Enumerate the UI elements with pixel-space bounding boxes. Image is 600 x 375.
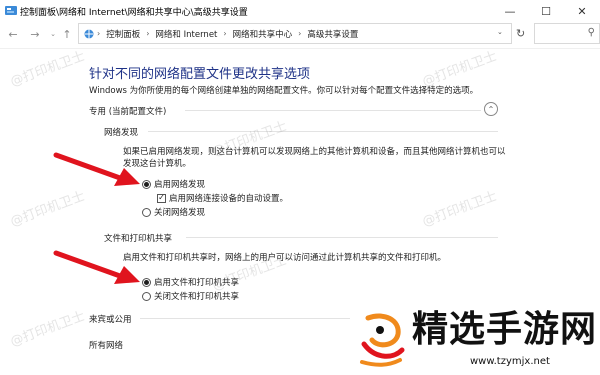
up-arrow-icon[interactable]: ↑: [60, 27, 74, 41]
radio-button[interactable]: [142, 207, 151, 217]
section-divider: [186, 237, 498, 238]
breadcrumb-advanced-sharing[interactable]: 高级共享设置: [303, 28, 362, 40]
checkbox-label: 启用网络连接设备的自动设置。: [169, 194, 289, 204]
breadcrumb-separator: ›: [298, 29, 302, 38]
section-divider: [185, 110, 481, 111]
site-logo-text: 精选手游网: [412, 309, 598, 350]
file-printer-sharing-description: 启用文件和打印机共享时，网络上的用户可以访问通过此计算机共享的文件和打印机。: [123, 253, 447, 263]
profile-guest-title[interactable]: 来宾或公用: [89, 313, 132, 325]
content-divider: [0, 48, 600, 49]
site-logo-url: www.tzymjx.net: [470, 356, 550, 367]
checkbox-checked[interactable]: ✓: [157, 193, 166, 203]
page-description: Windows 为你所使用的每个网络创建单独的网络配置文件。你可以针对每个配置文…: [89, 86, 479, 96]
section-divider: [140, 318, 350, 319]
breadcrumb-control-panel[interactable]: 控制面板: [102, 28, 144, 40]
search-input[interactable]: ⚲: [534, 23, 600, 44]
search-icon: ⚲: [587, 27, 595, 38]
network-discovery-title: 网络发现: [104, 128, 139, 138]
window-title: 控制面板\网络和 Internet\网络和共享中心\高级共享设置: [20, 8, 248, 18]
radio-discovery-on[interactable]: 启用网络发现: [142, 178, 205, 190]
radio-selected-dot: [144, 181, 149, 187]
watermark: @打印机卫士: [8, 188, 87, 230]
radio-label: 关闭文件和打印机共享: [154, 292, 240, 302]
watermark: @打印机卫士: [8, 48, 87, 90]
breadcrumb-network-sharing-center[interactable]: 网络和共享中心: [229, 28, 297, 40]
radio-button[interactable]: [142, 291, 151, 301]
breadcrumb-separator: ›: [223, 29, 227, 38]
profile-all-title[interactable]: 所有网络: [89, 339, 123, 351]
radio-discovery-off[interactable]: 关闭网络发现: [142, 206, 205, 218]
forward-arrow-icon[interactable]: →: [28, 27, 42, 41]
red-arrow-discovery: [53, 152, 140, 186]
breadcrumb-separator: ›: [146, 29, 150, 38]
breadcrumb-network-internet[interactable]: 网络和 Internet: [151, 28, 221, 40]
refresh-icon[interactable]: ↻: [516, 27, 525, 40]
watermark: @打印机卫士: [420, 188, 499, 230]
network-discovery-description: 如果已启用网络发现，则这台计算机可以发现网络上的其他计算机和设备，而且其他网络计…: [123, 147, 506, 169]
maximize-icon[interactable]: ☐: [528, 0, 564, 22]
back-arrow-icon[interactable]: ←: [6, 27, 20, 41]
collapse-chevron-icon[interactable]: ⌃: [484, 102, 498, 116]
recent-locations-chevron-icon[interactable]: ⌄: [46, 27, 60, 41]
profile-private-title[interactable]: 专用 (当前配置文件): [89, 105, 166, 117]
radio-label: 关闭网络发现: [154, 208, 206, 218]
page-heading: 针对不同的网络配置文件更改共享选项: [89, 67, 311, 82]
control-panel-icon: [5, 6, 17, 15]
breadcrumb-separator: ›: [97, 29, 101, 38]
radio-sharing-off[interactable]: 关闭文件和打印机共享: [142, 290, 239, 302]
address-dropdown-chevron-icon[interactable]: ⌄: [497, 28, 503, 36]
address-bar[interactable]: › 控制面板 › 网络和 Internet › 网络和共享中心 › 高级共享设置: [78, 23, 512, 44]
network-location-icon: [84, 29, 94, 38]
file-printer-sharing-title: 文件和打印机共享: [104, 234, 173, 244]
section-divider: [148, 131, 498, 132]
watermark: @打印机卫士: [8, 308, 87, 350]
site-logo-mark-icon: [360, 313, 405, 367]
red-arrow-sharing: [53, 250, 140, 284]
radio-selected-dot: [144, 279, 149, 285]
checkbox-auto-setup[interactable]: ✓ 启用网络连接设备的自动设置。: [157, 192, 288, 204]
close-icon[interactable]: ✕: [564, 0, 600, 22]
minimize-icon[interactable]: —: [492, 0, 528, 22]
radio-label: 启用网络发现: [154, 180, 206, 190]
